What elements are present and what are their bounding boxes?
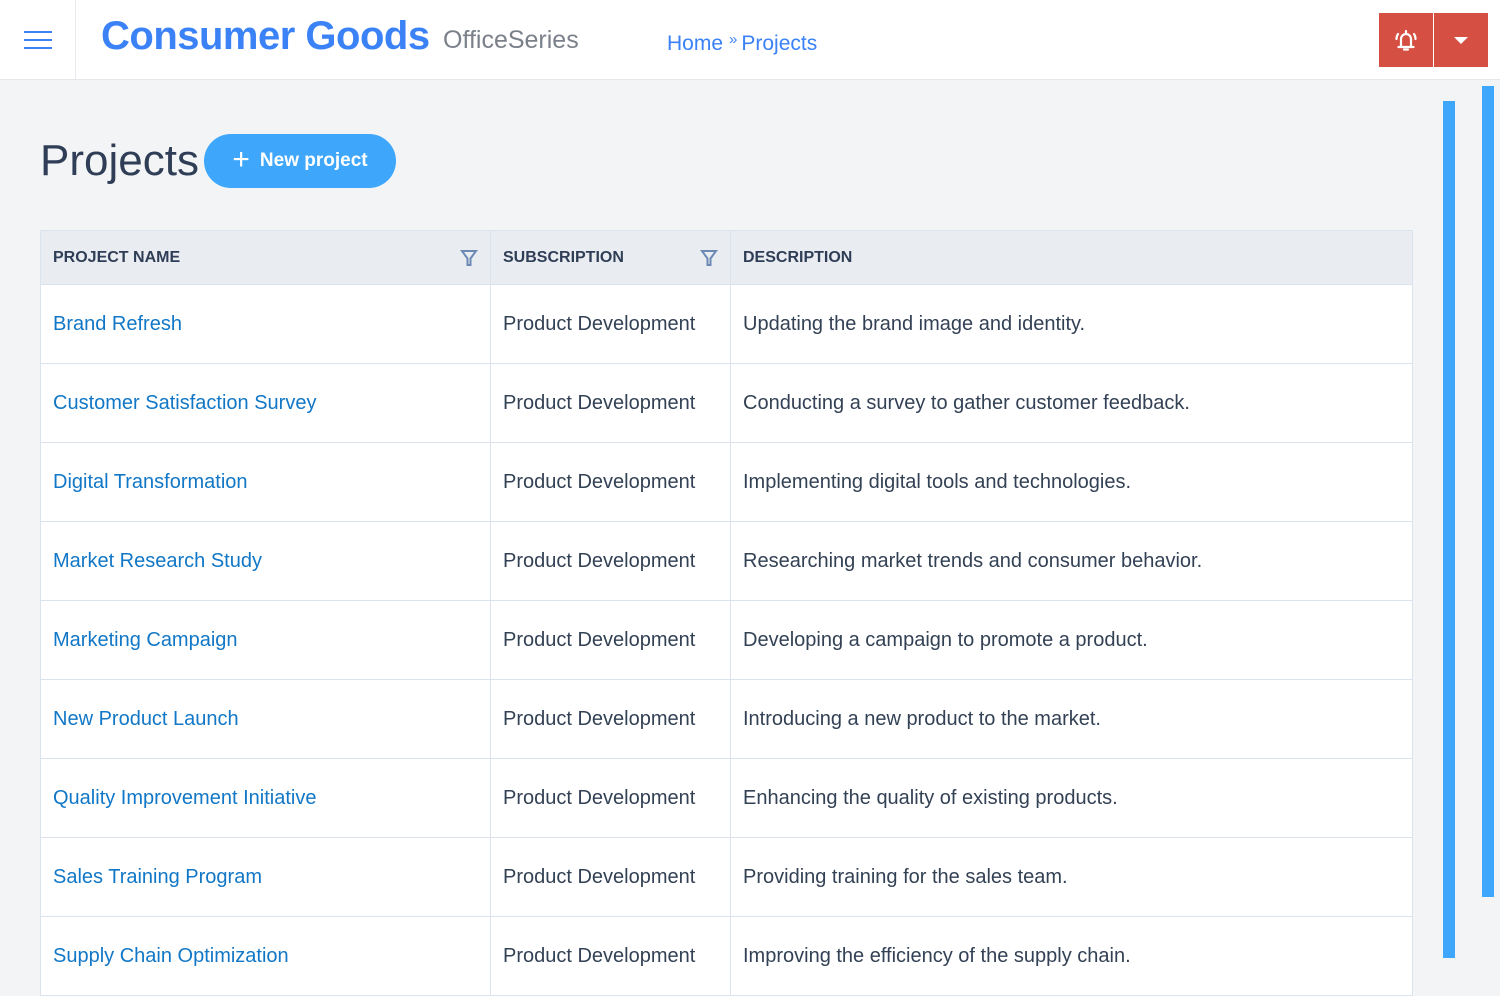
project-link[interactable]: Marketing Campaign <box>53 629 238 652</box>
project-link[interactable]: Customer Satisfaction Survey <box>53 392 316 415</box>
table-row: Supply Chain Optimization Product Develop… <box>41 917 1412 996</box>
cell-project-name: Brand Refresh <box>41 285 491 363</box>
cell-description: Improving the efficiency of the supply c… <box>743 944 1131 967</box>
cell-description: Introducing a new product to the market. <box>743 707 1101 730</box>
app-subbrand: OfficeSeries <box>443 26 579 54</box>
breadcrumb-home[interactable]: Home <box>667 32 723 56</box>
breadcrumb-projects[interactable]: Projects <box>741 32 817 56</box>
cell-subscription: Product Development <box>491 443 731 521</box>
table-row: New Product Launch Product Development Int… <box>41 680 1412 759</box>
cell-project-name: New Product Launch <box>41 680 491 758</box>
column-label: DESCRIPTION <box>743 248 853 266</box>
cell-description: Conducting a survey to gather customer f… <box>743 391 1190 414</box>
table-row: Market Research Study Product Development… <box>41 522 1412 601</box>
project-link[interactable]: Quality Improvement Initiative <box>53 787 316 810</box>
new-project-label: New project <box>259 150 368 171</box>
cell-subscription: Product Development <box>491 522 731 600</box>
column-label: SUBSCRIPTION <box>503 248 624 266</box>
cell-subscription: Product Development <box>491 601 731 679</box>
cell-description: Updating the brand image and identity. <box>743 312 1086 335</box>
cell-project-name: Sales Training Program <box>41 838 491 916</box>
cell-description: Researching market trends and consumer b… <box>743 549 1203 572</box>
table-row: Marketing Campaign Product Development Dev… <box>41 601 1412 680</box>
project-link[interactable]: Brand Refresh <box>53 313 182 336</box>
filter-icon[interactable] <box>460 249 478 267</box>
cell-subscription: Product Development <box>491 364 731 442</box>
column-label: PROJECT NAME <box>53 248 181 266</box>
table-row: Digital Transformation Product Developmen… <box>41 443 1412 522</box>
table-row: Quality Improvement Initiative Product De… <box>41 759 1412 838</box>
cell-subscription: Product Development <box>491 680 731 758</box>
bell-alarm-icon <box>1395 29 1417 51</box>
cell-project-name: Digital Transformation <box>41 443 491 521</box>
cell-project-name: Market Research Study <box>41 522 491 600</box>
cell-subscription: Product Development <box>491 285 731 363</box>
cell-project-name: Marketing Campaign <box>41 601 491 679</box>
project-link[interactable]: Sales Training Program <box>53 866 262 889</box>
table-body: Brand Refresh Product Development Updating… <box>41 285 1412 996</box>
cell-description: Implementing digital tools and technolog… <box>743 470 1132 493</box>
cell-subscription: Product Development <box>491 917 731 995</box>
caret-down-icon <box>1454 36 1468 44</box>
new-project-button[interactable]: + New project <box>204 134 396 188</box>
column-header-project-name[interactable]: PROJECT NAME <box>41 231 491 284</box>
cell-project-name: Supply Chain Optimization <box>41 917 491 995</box>
column-header-description[interactable]: DESCRIPTION <box>731 231 1412 284</box>
cell-subscription: Product Development <box>491 838 731 916</box>
app-brand[interactable]: Consumer Goods <box>101 14 430 59</box>
top-bar: Consumer Goods OfficeSeries Home » Proje… <box>0 0 1500 80</box>
plus-icon: + <box>232 142 250 176</box>
cell-project-name: Customer Satisfaction Survey <box>41 364 491 442</box>
breadcrumb-separator: » <box>729 31 738 48</box>
column-header-subscription[interactable]: SUBSCRIPTION <box>491 231 731 284</box>
cell-description: Providing training for the sales team. <box>743 865 1068 888</box>
page-title: Projects <box>40 136 199 185</box>
table-row: Sales Training Program Product Developmen… <box>41 838 1412 917</box>
page-scrollbar[interactable] <box>1482 86 1494 897</box>
project-link[interactable]: Market Research Study <box>53 550 262 573</box>
content-scrollbar[interactable] <box>1443 101 1455 958</box>
hamburger-menu-icon <box>23 30 52 49</box>
projects-table: PROJECT NAME SUBSCRIPTION DESCRIPTION Br… <box>40 230 1413 996</box>
project-link[interactable]: New Product Launch <box>53 708 239 731</box>
table-header: PROJECT NAME SUBSCRIPTION DESCRIPTION <box>41 231 1412 285</box>
menu-button[interactable] <box>0 0 76 79</box>
project-link[interactable]: Digital Transformation <box>53 471 248 494</box>
cell-description: Enhancing the quality of existing produc… <box>743 786 1118 809</box>
filter-icon[interactable] <box>700 249 718 267</box>
alarm-button[interactable] <box>1379 13 1433 67</box>
cell-description: Developing a campaign to promote a produ… <box>743 628 1148 651</box>
cell-subscription: Product Development <box>491 759 731 837</box>
project-link[interactable]: Supply Chain Optimization <box>53 945 289 968</box>
dropdown-button[interactable] <box>1434 13 1488 67</box>
table-row: Brand Refresh Product Development Updating… <box>41 285 1412 364</box>
cell-project-name: Quality Improvement Initiative <box>41 759 491 837</box>
breadcrumb: Home » Projects <box>667 31 817 56</box>
table-row: Customer Satisfaction Survey Product Deve… <box>41 364 1412 443</box>
